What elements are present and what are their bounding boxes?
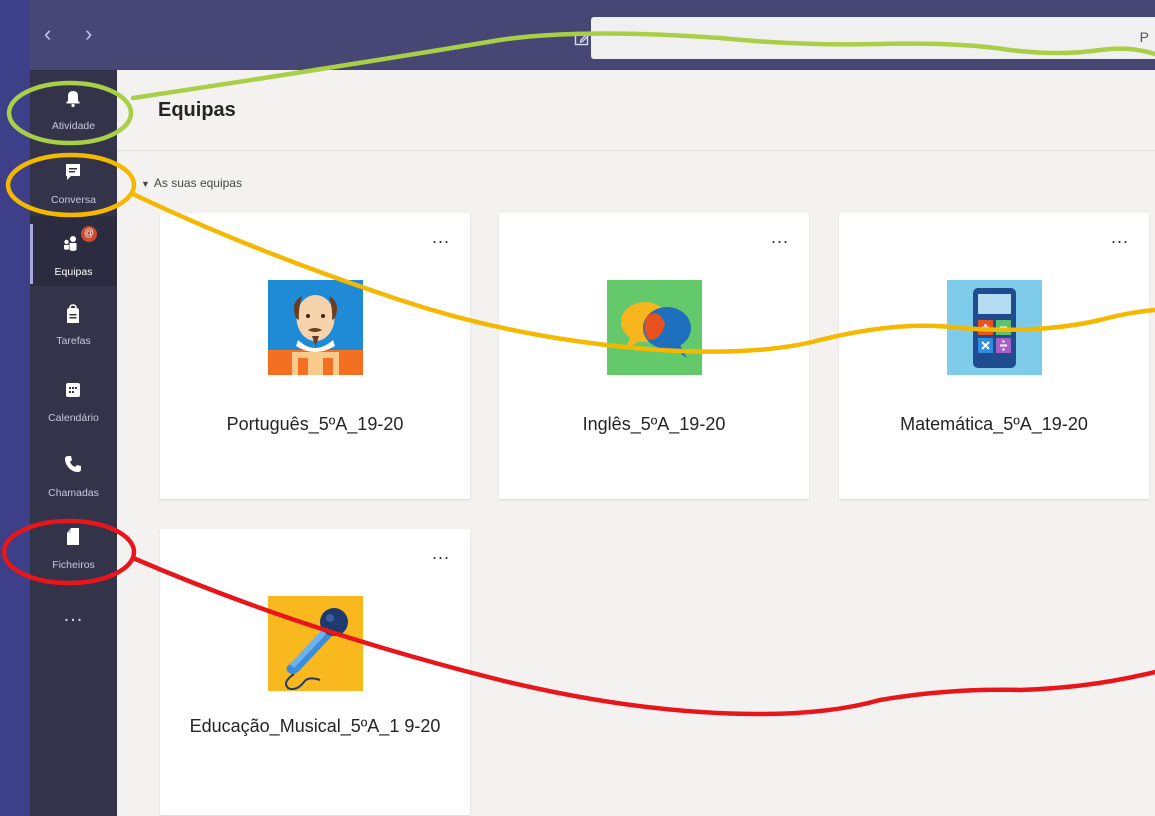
team-card[interactable]: ... Inglês_5ºA_19-20 xyxy=(499,213,809,499)
rail-label-teams: Equipas xyxy=(54,266,93,278)
team-name: Português_5ºA_19-20 xyxy=(226,414,404,434)
more-options-icon[interactable]: ... xyxy=(1111,227,1129,248)
rail-item-calls[interactable]: Chamadas xyxy=(30,444,117,514)
rail-label-assignments: Tarefas xyxy=(56,335,91,347)
more-apps-icon[interactable]: ... xyxy=(30,604,117,627)
more-options-icon[interactable]: ... xyxy=(432,227,450,248)
search-placeholder: P xyxy=(1139,29,1149,45)
section-toggle-your-teams[interactable]: ▼ As suas equipas xyxy=(141,176,242,190)
rail-label-files: Ficheiros xyxy=(52,559,95,571)
rail-item-activity[interactable]: Atividade xyxy=(30,82,117,152)
calculator-avatar xyxy=(947,280,1042,375)
teams-main-area: Equipas ▼ As suas equipas ... Português_… xyxy=(117,70,1155,816)
page-title: Equipas xyxy=(158,99,236,121)
microphone-avatar xyxy=(268,596,363,691)
mention-badge: @ xyxy=(81,226,97,242)
rail-label-calls: Chamadas xyxy=(48,487,99,499)
team-card[interactable]: ... Português_5ºA_19-20 xyxy=(160,213,470,499)
teams-icon xyxy=(64,236,77,251)
more-options-icon[interactable]: ... xyxy=(432,543,450,564)
more-options-icon[interactable]: ... xyxy=(771,227,789,248)
rail-item-files[interactable]: Ficheiros xyxy=(30,518,117,588)
app-bar: Atividade Conversa @ Equipas Tarefas Cal… xyxy=(30,70,117,816)
rail-label-activity: Atividade xyxy=(51,120,96,132)
shakespeare-avatar xyxy=(268,280,363,375)
assignments-icon xyxy=(67,304,79,323)
bell-icon xyxy=(66,91,80,108)
chat-icon xyxy=(66,164,80,180)
team-name: Inglês_5ºA_19-20 xyxy=(582,414,726,434)
rail-label-chat: Conversa xyxy=(51,194,96,206)
rail-label-calendar: Calendário xyxy=(48,412,99,424)
forward-arrow-icon[interactable]: › xyxy=(85,23,92,45)
rail-item-teams[interactable]: @ Equipas xyxy=(30,216,117,286)
calendar-icon xyxy=(66,383,80,397)
compose-icon[interactable] xyxy=(574,29,592,47)
file-icon xyxy=(67,528,79,545)
page-header: Equipas xyxy=(117,70,1155,151)
team-card[interactable]: ... Educação_Musical_5ºA_1 9-20 xyxy=(160,529,470,815)
rail-item-assignments[interactable]: Tarefas xyxy=(30,296,117,366)
caret-down-icon: ▼ xyxy=(141,179,150,189)
back-arrow-icon[interactable]: ‹ xyxy=(44,23,51,45)
phone-icon xyxy=(65,456,81,472)
section-label: As suas equipas xyxy=(153,176,242,190)
speech-bubbles-avatar xyxy=(607,280,702,375)
team-name: Educação_Musical_5ºA_1 9-20 xyxy=(189,716,441,736)
search-input[interactable]: P xyxy=(591,17,1155,59)
team-name: Matemática_5ºA_19-20 xyxy=(900,414,1088,434)
team-card[interactable]: ... Matemática_5ºA_19-20 xyxy=(839,213,1149,499)
rail-item-calendar[interactable]: Calendário xyxy=(30,370,117,440)
teams-window: ‹ › P Atividade Conversa @ Equipas Taref… xyxy=(0,0,1155,816)
